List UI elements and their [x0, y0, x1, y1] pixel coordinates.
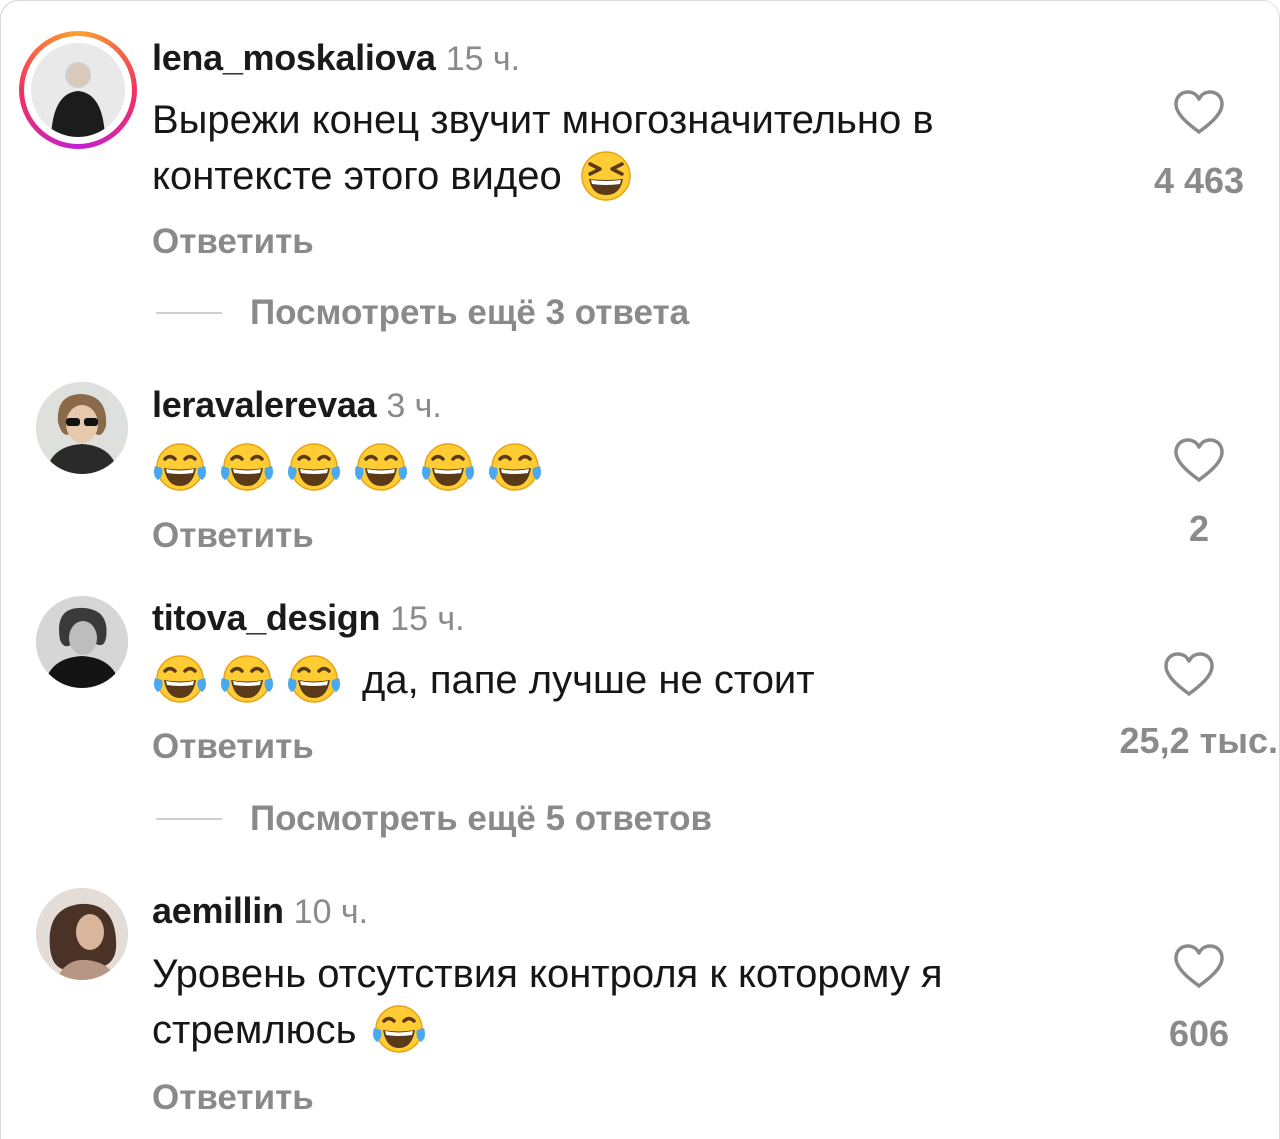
face-with-tears-of-joy-emoji: [286, 654, 342, 706]
timestamp: 3 ч.: [386, 387, 442, 425]
comment-text: Уровень отсутствия контроля к которому я…: [152, 946, 943, 1058]
comment-text: да, папе лучше не стоит: [152, 652, 815, 708]
face-with-tears-of-joy-emoji: [371, 1004, 427, 1056]
heart-outline-icon[interactable]: [1173, 943, 1225, 989]
heart-outline-icon[interactable]: [1173, 89, 1225, 135]
comment-header: lena_moskaliova 15 ч.: [152, 37, 521, 79]
face-with-tears-of-joy-emoji: [152, 654, 208, 706]
comment-line: Вырежи конец звучит многозначительно в: [152, 98, 934, 142]
comment-line-with-emoji: да, папе лучше не стоит: [152, 652, 815, 708]
emoji-row: [152, 440, 543, 496]
view-more-replies-button[interactable]: Посмотреть ещё 3 ответа: [156, 291, 689, 335]
face-with-tears-of-joy-emoji: [420, 442, 476, 494]
avatar[interactable]: [36, 596, 128, 688]
comment-line: да, папе лучше не стоит: [362, 658, 815, 702]
story-ring[interactable]: [19, 31, 137, 149]
like-count: 606: [1168, 1013, 1230, 1054]
timestamp: 15 ч.: [445, 40, 521, 78]
reply-button[interactable]: Ответить: [152, 1076, 314, 1120]
heart-outline-icon[interactable]: [1173, 437, 1225, 483]
username[interactable]: titova_design: [152, 597, 380, 638]
username[interactable]: aemillin: [152, 890, 284, 931]
username[interactable]: lena_moskaliova: [152, 37, 436, 78]
grinning-squinting-face-emoji: [578, 150, 634, 202]
face-with-tears-of-joy-emoji: [219, 654, 275, 706]
timestamp: 15 ч.: [390, 600, 465, 638]
heart-outline-icon[interactable]: [1163, 651, 1215, 697]
replies-divider: [156, 818, 222, 820]
emoji-row: [152, 654, 342, 706]
face-with-tears-of-joy-emoji: [487, 442, 543, 494]
comment-header: leravalerevaa 3 ч.: [152, 384, 442, 426]
avatar[interactable]: [36, 888, 128, 980]
avatar[interactable]: [36, 382, 128, 474]
comment-header: titova_design 15 ч.: [152, 597, 465, 639]
like-count: 25,2 тыс.: [1119, 720, 1278, 761]
view-more-replies-button[interactable]: Посмотреть ещё 5 ответов: [156, 797, 712, 841]
like-count: 4 463: [1153, 160, 1245, 201]
like-count: 2: [1188, 508, 1210, 549]
face-with-tears-of-joy-emoji: [219, 442, 275, 494]
reply-button[interactable]: Ответить: [152, 220, 314, 264]
reply-button[interactable]: Ответить: [152, 725, 314, 769]
face-with-tears-of-joy-emoji: [152, 442, 208, 494]
timestamp: 10 ч.: [293, 893, 369, 931]
comment-line-with-emoji: контексте этого видео: [152, 148, 934, 204]
comment-line: контексте этого видео: [152, 154, 562, 198]
comment-line: Уровень отсутствия контроля к которому я: [152, 952, 943, 996]
comment-line-with-emoji: стремлюсь: [152, 1002, 943, 1058]
username[interactable]: leravalerevaa: [152, 384, 377, 425]
comment-text: Вырежи конец звучит многозначительно в к…: [152, 92, 934, 204]
reply-button[interactable]: Ответить: [152, 514, 314, 558]
face-with-tears-of-joy-emoji: [286, 442, 342, 494]
comment-header: aemillin 10 ч.: [152, 890, 369, 932]
view-more-replies-label: Посмотреть ещё 3 ответа: [250, 293, 690, 332]
view-more-replies-label: Посмотреть ещё 5 ответов: [250, 799, 713, 838]
avatar[interactable]: [31, 43, 125, 137]
comment-line: стремлюсь: [152, 1008, 357, 1052]
face-with-tears-of-joy-emoji: [353, 442, 409, 494]
comment-text: [152, 440, 543, 496]
replies-divider: [156, 312, 222, 314]
